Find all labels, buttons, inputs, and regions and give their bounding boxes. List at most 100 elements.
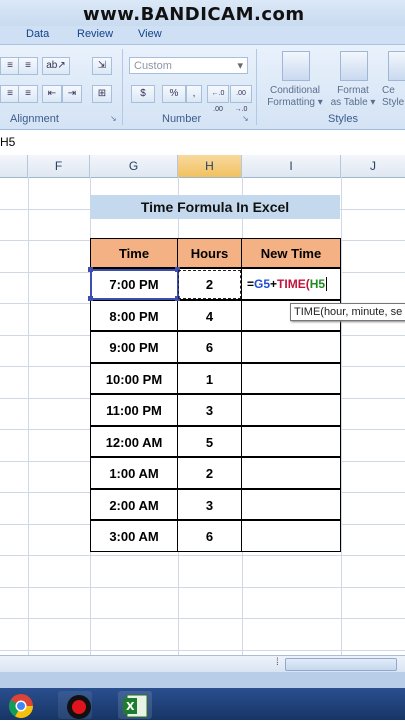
format-as-table-button[interactable]: Format as Table ▾ xyxy=(328,85,378,109)
hours-cell[interactable]: 6 xyxy=(177,520,242,552)
horizontal-scrollbar[interactable]: ⁞ xyxy=(0,655,405,672)
percent-button[interactable]: % xyxy=(162,85,186,103)
time-cell[interactable]: 1:00 AM xyxy=(90,457,178,489)
chevron-down-icon: ▾ xyxy=(237,60,243,72)
align-top-icon[interactable]: ≡ xyxy=(0,57,20,75)
column-header-f[interactable]: F xyxy=(28,155,90,177)
hours-cell[interactable]: 2 xyxy=(177,268,242,300)
decrease-decimal-label: .00 →.0 xyxy=(234,90,248,113)
formula-plus: + xyxy=(270,277,278,291)
percent-symbol: % xyxy=(169,88,179,99)
ribbon-tabs: Data Review View xyxy=(0,26,405,45)
name-box[interactable]: H5 xyxy=(0,135,15,149)
status-bar xyxy=(0,672,405,688)
alignment-launcher-icon[interactable]: ↘ xyxy=(110,114,117,123)
column-headers: F G H I J xyxy=(0,155,405,178)
time-cell[interactable]: 7:00 PM xyxy=(90,268,178,300)
group-divider xyxy=(122,49,123,125)
cell-styles-label-1: Ce xyxy=(382,85,395,96)
decrease-decimal-button[interactable]: .00 →.0 xyxy=(230,85,252,113)
hours-cell[interactable]: 1 xyxy=(177,362,242,394)
new-time-cell[interactable] xyxy=(241,362,341,394)
taskbar: X xyxy=(0,688,405,720)
sheet-title-cell[interactable]: Time Formula In Excel xyxy=(90,195,340,219)
increase-indent-icon[interactable]: ⇥ xyxy=(62,85,82,103)
align-center-icon[interactable]: ≡ xyxy=(18,85,38,103)
time-cell[interactable]: 9:00 PM xyxy=(90,331,178,363)
new-time-cell[interactable] xyxy=(241,457,341,489)
gridline xyxy=(0,649,405,651)
align-middle-icon[interactable]: ≡ xyxy=(18,57,38,75)
column-header-j[interactable]: J xyxy=(341,155,405,177)
chrome-icon[interactable] xyxy=(4,691,38,719)
gridline xyxy=(341,177,342,655)
hours-cell[interactable]: 2 xyxy=(177,457,242,489)
function-tooltip[interactable]: TIME(hour, minute, se xyxy=(290,303,405,321)
time-cell[interactable]: 10:00 PM xyxy=(90,362,178,394)
new-time-cell[interactable] xyxy=(241,331,341,363)
tab-data[interactable]: Data xyxy=(26,28,49,40)
resize-handle[interactable] xyxy=(175,267,180,272)
resize-handle[interactable] xyxy=(175,296,180,301)
decrease-indent-icon[interactable]: ⇤ xyxy=(42,85,62,103)
conditional-formatting-button[interactable]: Conditional Formatting ▾ xyxy=(262,85,328,109)
resize-handle[interactable] xyxy=(88,296,93,301)
function-tooltip-text: TIME(hour, minute, se xyxy=(294,306,403,318)
alignment-group-label: Alignment xyxy=(10,113,59,125)
svg-text:X: X xyxy=(126,700,135,713)
row-header-corner[interactable] xyxy=(0,155,28,177)
comma-button[interactable]: , xyxy=(186,85,202,103)
merge-center-icon[interactable]: ⊞ xyxy=(92,85,112,103)
group-divider xyxy=(256,49,257,125)
wrap-text-icon[interactable]: ⇲ xyxy=(92,57,112,75)
comma-symbol: , xyxy=(192,88,196,99)
new-time-cell[interactable] xyxy=(241,394,341,426)
time-cell[interactable]: 11:00 PM xyxy=(90,394,178,426)
new-time-cell[interactable] xyxy=(241,425,341,457)
conditional-formatting-icon xyxy=(282,51,310,81)
text-cursor xyxy=(326,277,328,291)
header-new-time[interactable]: New Time xyxy=(241,238,341,268)
column-header-g[interactable]: G xyxy=(90,155,178,177)
new-time-cell[interactable] xyxy=(241,520,341,552)
hours-cell[interactable]: 3 xyxy=(177,394,242,426)
styles-group-label: Styles xyxy=(328,113,358,125)
align-left-icon[interactable]: ≡ xyxy=(0,85,20,103)
title-bar: www.BANDICAM.com xyxy=(0,0,405,26)
number-format-select[interactable]: Custom ▾ xyxy=(129,57,248,74)
formula-ref-time: G5 xyxy=(254,277,271,291)
hours-cell[interactable]: 5 xyxy=(177,425,242,457)
gridline xyxy=(0,618,405,619)
cell-styles-label-2: Style xyxy=(382,97,405,108)
time-cell[interactable]: 3:00 AM xyxy=(90,520,178,552)
orientation-icon[interactable]: ab↗ xyxy=(42,57,70,75)
hours-cell[interactable]: 6 xyxy=(177,331,242,363)
resize-handle[interactable] xyxy=(88,267,93,272)
cell-styles-icon xyxy=(388,51,405,81)
new-time-cell[interactable] xyxy=(241,488,341,520)
tab-review[interactable]: Review xyxy=(77,28,113,40)
column-header-i[interactable]: I xyxy=(242,155,341,177)
gridline xyxy=(28,177,29,655)
scrollbar-thumb[interactable] xyxy=(285,658,397,671)
currency-button[interactable]: $ xyxy=(131,85,155,103)
time-cell[interactable]: 8:00 PM xyxy=(90,299,178,331)
increase-decimal-button[interactable]: ←.0 .00 xyxy=(207,85,229,113)
column-header-h[interactable]: H xyxy=(178,155,242,177)
time-cell[interactable]: 12:00 AM xyxy=(90,425,178,457)
excel-icon[interactable]: X xyxy=(118,691,152,719)
hours-cell[interactable]: 3 xyxy=(177,488,242,520)
number-group-label: Number xyxy=(162,113,202,125)
cell-styles-button[interactable]: Ce Style xyxy=(382,85,405,109)
tab-view[interactable]: View xyxy=(138,28,162,40)
header-hours[interactable]: Hours xyxy=(177,238,242,268)
header-time[interactable]: Time xyxy=(90,238,178,268)
time-cell[interactable]: 2:00 AM xyxy=(90,488,178,520)
bandicam-record-icon[interactable] xyxy=(58,691,92,719)
ribbon: ≡ ≡ ab↗ ⇲ ≡ ≡ ⇤ ⇥ ⊞ Alignment ↘ Custom ▾… xyxy=(0,45,405,130)
split-handle-icon[interactable]: ⁞ xyxy=(276,657,279,668)
number-launcher-icon[interactable]: ↘ xyxy=(242,114,249,123)
formula-function: TIME( xyxy=(277,277,310,291)
hours-cell[interactable]: 4 xyxy=(177,299,242,331)
new-time-cell-editing[interactable]: =G5+TIME(H5 xyxy=(241,268,341,300)
